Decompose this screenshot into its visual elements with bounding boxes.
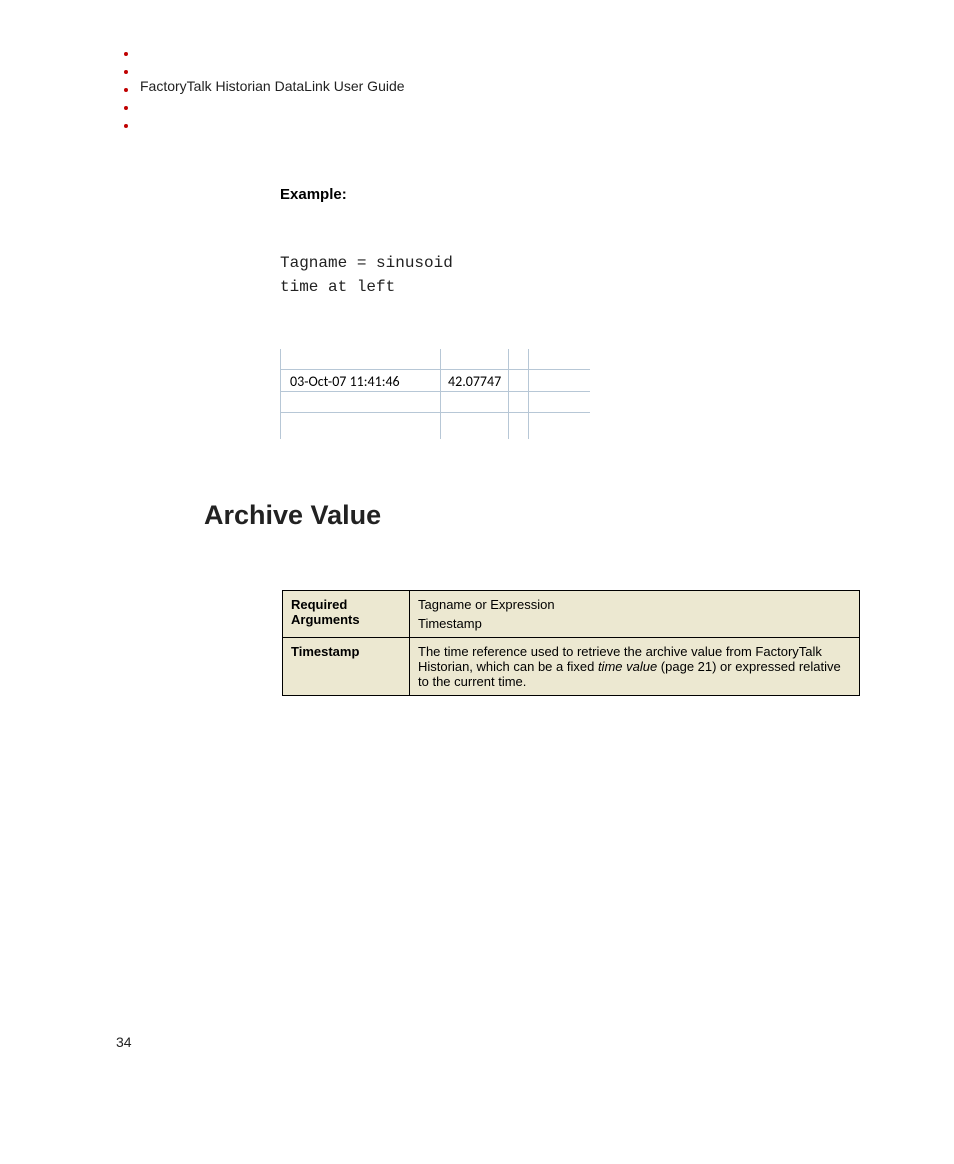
arg-value-required: Tagname or Expression Timestamp bbox=[410, 591, 860, 638]
table-row: Required Arguments Tagname or Expression… bbox=[283, 591, 860, 638]
content-block: Example: Tagname = sinusoid time at left… bbox=[280, 186, 858, 439]
document-page: FactoryTalk Historian DataLink User Guid… bbox=[0, 0, 954, 1164]
spreadsheet-example: 03-Oct-07 11:41:46 42.07747 bbox=[280, 343, 590, 439]
cell-value: 42.07747 bbox=[448, 373, 501, 390]
desc-em: time value bbox=[598, 659, 657, 674]
arg-value-timestamp: The time reference used to retrieve the … bbox=[410, 638, 860, 696]
arg-label-required: Required Arguments bbox=[283, 591, 410, 638]
page-number: 34 bbox=[116, 1034, 132, 1050]
page-header: FactoryTalk Historian DataLink User Guid… bbox=[140, 78, 405, 94]
decorative-dots bbox=[124, 52, 128, 142]
code-line-2: time at left bbox=[280, 278, 395, 296]
code-sample: Tagname = sinusoid time at left bbox=[280, 251, 858, 299]
section-heading: Archive Value bbox=[204, 500, 381, 531]
arg-label-timestamp: Timestamp bbox=[283, 638, 410, 696]
arguments-table: Required Arguments Tagname or Expression… bbox=[282, 590, 860, 696]
arg-value-line1: Tagname or Expression bbox=[418, 597, 851, 612]
table-row: Timestamp The time reference used to ret… bbox=[283, 638, 860, 696]
arg-value-line2: Timestamp bbox=[418, 616, 851, 631]
cell-timestamp: 03-Oct-07 11:41:46 bbox=[290, 373, 400, 390]
code-line-1: Tagname = sinusoid bbox=[280, 254, 453, 272]
example-heading: Example: bbox=[280, 186, 858, 203]
